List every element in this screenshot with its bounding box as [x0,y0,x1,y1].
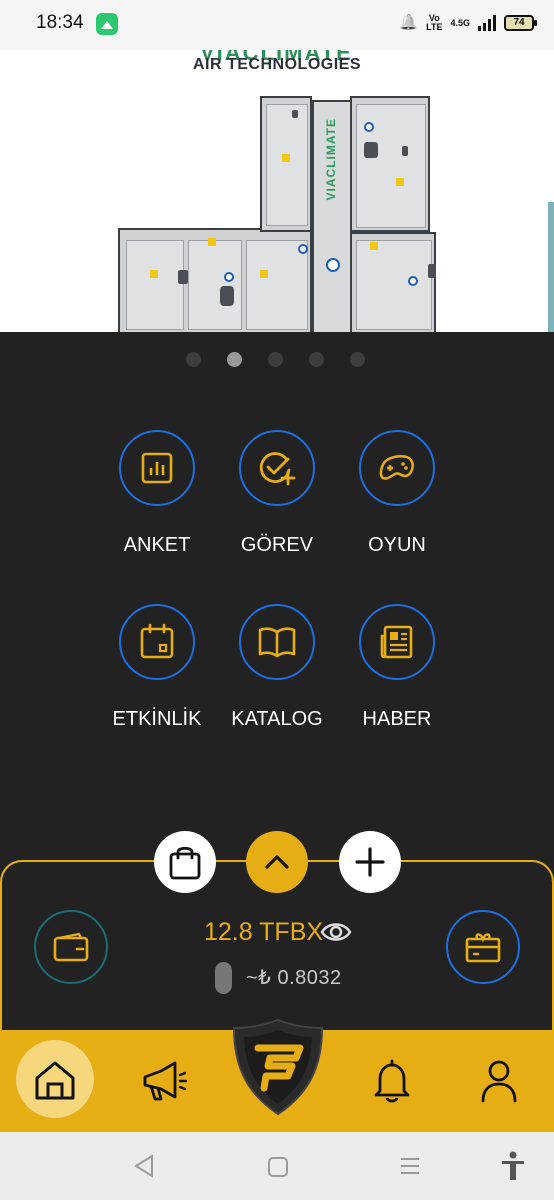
bell-icon [374,1059,410,1103]
nav-notifications[interactable] [368,1056,416,1106]
scroll-indicator [548,202,554,332]
menu-item-anket[interactable]: ANKET [92,430,222,557]
accessibility-icon[interactable] [500,1150,526,1182]
gift-card-button[interactable] [446,910,520,984]
menu-item-etkinlik[interactable]: ETKİNLİK [92,604,222,731]
haber-label: HABER [362,708,432,730]
status-bar: 18:34 VoLTE 4.5G 74 [0,0,554,50]
calendar-icon [140,623,174,659]
nav-announcements[interactable] [138,1056,188,1106]
tl-value: ~₺ 0.8032 [246,967,342,989]
volte-indicator: Vo LTE [426,13,443,32]
menu-item-katalog[interactable]: KATALOG [212,604,342,731]
app-notification-icon [96,13,118,35]
anket-button[interactable] [119,430,195,506]
expand-button[interactable] [246,831,308,893]
carousel-dot-2[interactable] [227,352,242,367]
gift-card-icon [465,933,501,963]
oyun-button[interactable] [359,430,435,506]
carousel-dots[interactable] [186,352,365,367]
carousel-dot-3[interactable] [268,352,283,367]
battery-icon: 74 [504,15,537,31]
carousel-dot-1[interactable] [186,352,201,367]
add-button[interactable] [339,831,401,893]
shop-button[interactable] [154,831,216,893]
chart-icon [141,452,173,484]
app-logo-shield-icon[interactable] [230,1018,326,1116]
network-type: 4.5G [450,18,470,28]
brand-tagline: AIR TECHNOLOGIES [192,56,361,73]
megaphone-icon [143,1061,187,1101]
nav-profile[interactable] [476,1056,522,1106]
katalog-button[interactable] [239,604,315,680]
wallet-button[interactable] [34,910,108,984]
menu-item-haber[interactable]: HABER [332,604,462,731]
newspaper-icon [380,625,413,659]
home-square-icon[interactable] [266,1153,290,1179]
plus-icon [355,847,385,877]
wallet-icon [53,932,89,962]
home-icon [35,1061,75,1100]
chevron-up-icon [265,855,289,869]
token-balance: 12.8 TFBX [204,918,324,946]
etkinlik-button[interactable] [119,604,195,680]
value-toggle[interactable] [215,962,232,994]
back-icon[interactable] [132,1153,156,1179]
haber-button[interactable] [359,604,435,680]
carousel-dot-4[interactable] [309,352,324,367]
oyun-label: OYUN [368,534,426,556]
recents-icon[interactable] [398,1153,422,1179]
task-add-icon [259,452,296,486]
shopping-bag-icon [169,846,201,880]
katalog-label: KATALOG [231,708,323,730]
anket-label: ANKET [123,534,191,556]
book-icon [258,627,296,658]
gamepad-icon [379,455,414,480]
menu-item-oyun[interactable]: OYUN [332,430,462,557]
signal-icon [478,15,496,31]
gorev-label: GÖREV [240,534,314,556]
mute-icon [398,13,418,33]
nav-home[interactable] [30,1056,80,1104]
status-time: 18:34 [36,12,84,33]
etkinlik-label: ETKİNLİK [112,708,202,730]
user-icon [481,1060,517,1103]
eye-icon[interactable] [320,920,352,944]
carousel-dot-5[interactable] [350,352,365,367]
banner-carousel[interactable]: VIACLIMATE AIR TECHNOLOGIES VIACLIMATE [0,50,554,332]
gorev-button[interactable] [239,430,315,506]
menu-item-gorev[interactable]: GÖREV [212,430,342,557]
